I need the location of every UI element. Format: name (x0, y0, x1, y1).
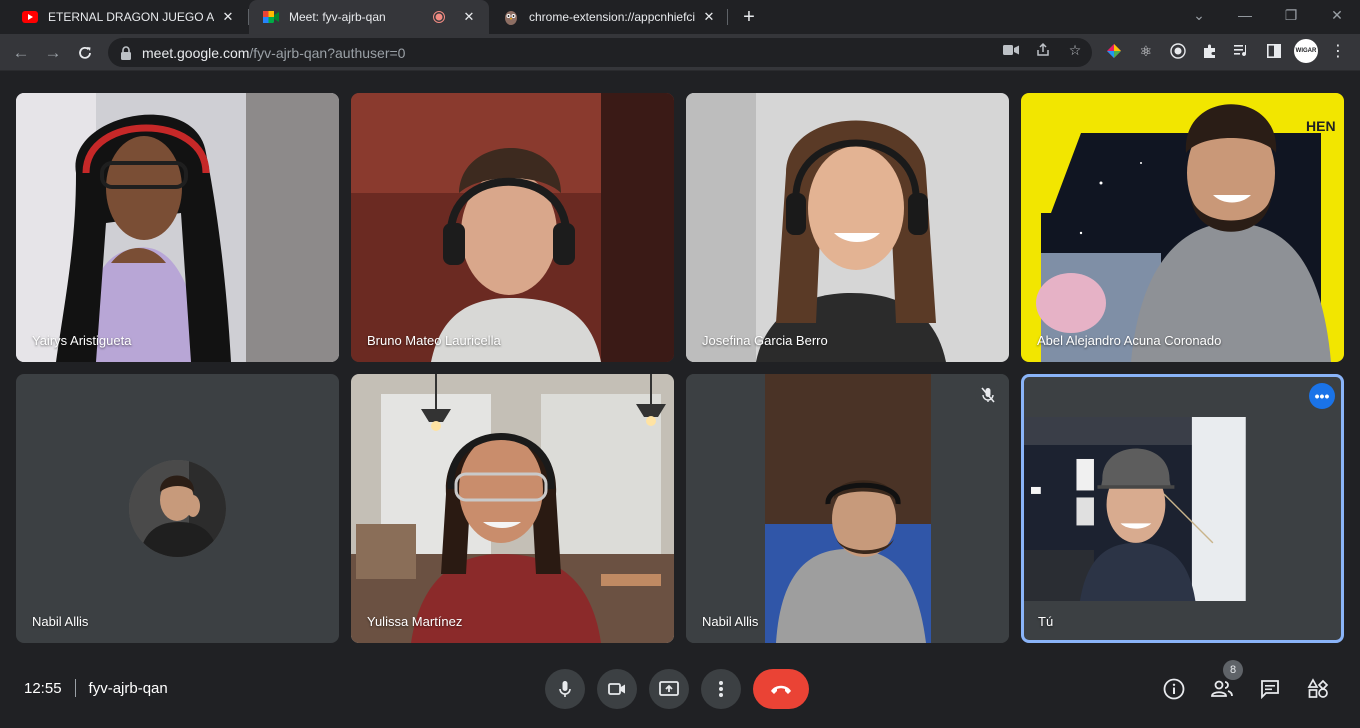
owl-icon (503, 9, 519, 25)
participant-tile[interactable]: Josefina Garcia Berro (686, 93, 1009, 362)
activities-icon (1307, 678, 1329, 698)
participant-name: Abel Alejandro Acuna Coronado (1037, 333, 1222, 348)
atom-extension-icon[interactable]: ⚛ (1137, 42, 1155, 60)
meet-icon (263, 9, 279, 25)
participant-tile[interactable]: HEN Abel Alejandro Acuna Coronado (1021, 93, 1344, 362)
forward-icon[interactable]: → (40, 40, 66, 66)
camera-in-use-icon[interactable] (1002, 41, 1020, 59)
activities-button[interactable] (1304, 675, 1332, 703)
browser-toolbar: ← → meet.google.com /fyv-ajrb-qan?authus… (0, 34, 1360, 71)
close-tab-icon[interactable]: ✕ (701, 9, 717, 25)
divider (74, 679, 76, 697)
video-feed (686, 93, 1009, 362)
participant-name: Yulissa Martínez (367, 614, 463, 629)
tab-title: Meet: fyv-ajrb-qan (289, 10, 386, 24)
video-feed (16, 93, 339, 362)
participant-name: Josefina Garcia Berro (702, 333, 828, 348)
restore-icon[interactable]: ❐ (1268, 0, 1314, 30)
meeting-time: 12:55 (24, 679, 62, 697)
present-screen-icon (659, 681, 679, 696)
new-tab-button[interactable]: + (738, 6, 760, 28)
more-vert-icon (719, 681, 723, 697)
side-panel-icon[interactable] (1265, 42, 1283, 60)
video-feed (1024, 417, 1246, 601)
avatar (129, 460, 226, 557)
participant-name: Tú (1038, 614, 1054, 629)
participant-tile[interactable]: Nabil Allis (16, 374, 339, 643)
url-host: meet.google.com (142, 44, 250, 61)
video-feed (686, 374, 1009, 643)
url-path: /fyv-ajrb-qan?authuser=0 (249, 44, 406, 61)
svg-text:HEN: HEN (1306, 118, 1336, 134)
tab-title: chrome-extension://appcnhiefcid (529, 10, 695, 24)
participant-name: Nabil Allis (32, 614, 89, 629)
tab-extension[interactable]: chrome-extension://appcnhiefcid ✕ (489, 0, 729, 34)
tab-meet[interactable]: Meet: fyv-ajrb-qan ✕ (249, 0, 489, 34)
profile-label: WIGAR (1295, 48, 1317, 54)
color-extension-icon[interactable] (1105, 42, 1123, 60)
reload-icon[interactable] (72, 40, 98, 66)
muted-mic-icon (975, 382, 1001, 408)
video-feed: HEN (1021, 93, 1344, 362)
meeting-details-button[interactable] (1160, 675, 1188, 703)
self-tile[interactable]: ••• Tú (1021, 374, 1344, 643)
meet-control-bar: 12:55 fyv-ajrb-qan 8 (0, 660, 1360, 728)
participant-tile[interactable]: Yulissa Martínez (351, 374, 674, 643)
tab-title: ETERNAL DRAGON JUEGO AAA+ (48, 10, 214, 24)
minimize-icon[interactable]: — (1222, 0, 1268, 30)
participant-grid: Yairys Aristigueta Bruno Mateo Lauricell… (0, 71, 1360, 661)
participant-name: Yairys Aristigueta (32, 333, 132, 348)
chrome-menu-icon[interactable]: ⋮ (1329, 42, 1347, 60)
meeting-info: 12:55 fyv-ajrb-qan (24, 679, 168, 697)
participant-tile[interactable]: Nabil Allis (686, 374, 1009, 643)
more-options-icon[interactable]: ••• (1309, 383, 1335, 409)
chat-button[interactable] (1256, 675, 1284, 703)
people-count-badge: 8 (1223, 660, 1243, 680)
participant-tile[interactable]: Bruno Mateo Lauricella (351, 93, 674, 362)
tab-search-icon[interactable]: ⌄ (1176, 0, 1222, 30)
microphone-icon (559, 681, 571, 697)
record-extension-icon[interactable] (1169, 42, 1187, 60)
camera-button[interactable] (597, 669, 637, 709)
media-queue-icon[interactable] (1233, 42, 1251, 60)
more-options-button[interactable] (701, 669, 741, 709)
hang-up-icon (771, 685, 791, 694)
close-tab-icon[interactable]: ✕ (220, 9, 236, 25)
bookmark-star-icon[interactable]: ☆ (1066, 41, 1084, 59)
close-window-icon[interactable]: ✕ (1314, 0, 1360, 30)
close-tab-icon[interactable]: ✕ (461, 9, 477, 25)
address-bar[interactable]: meet.google.com /fyv-ajrb-qan?authuser=0 (108, 38, 1092, 67)
video-feed (351, 93, 674, 362)
tab-youtube[interactable]: ETERNAL DRAGON JUEGO AAA+ ✕ (8, 0, 248, 34)
video-feed (351, 374, 674, 643)
back-icon[interactable]: ← (8, 40, 34, 66)
lock-icon[interactable] (120, 45, 134, 60)
present-screen-button[interactable] (649, 669, 689, 709)
video-camera-icon (608, 683, 625, 695)
recording-icon (431, 9, 447, 25)
extensions-puzzle-icon[interactable] (1201, 42, 1219, 60)
profile-avatar[interactable]: WIGAR (1294, 39, 1318, 63)
people-icon (1211, 680, 1233, 697)
participant-tile[interactable]: Yairys Aristigueta (16, 93, 339, 362)
info-icon (1163, 678, 1185, 700)
participant-name: Bruno Mateo Lauricella (367, 333, 501, 348)
share-icon[interactable] (1034, 41, 1052, 59)
chat-icon (1261, 680, 1279, 699)
meeting-code: fyv-ajrb-qan (88, 679, 168, 697)
tab-strip: ETERNAL DRAGON JUEGO AAA+ ✕ Meet: fyv-aj… (0, 0, 1360, 34)
microphone-button[interactable] (545, 669, 585, 709)
leave-call-button[interactable] (753, 669, 809, 709)
participant-name: Nabil Allis (702, 614, 759, 629)
tab-separator (727, 9, 728, 25)
youtube-icon (22, 9, 38, 25)
